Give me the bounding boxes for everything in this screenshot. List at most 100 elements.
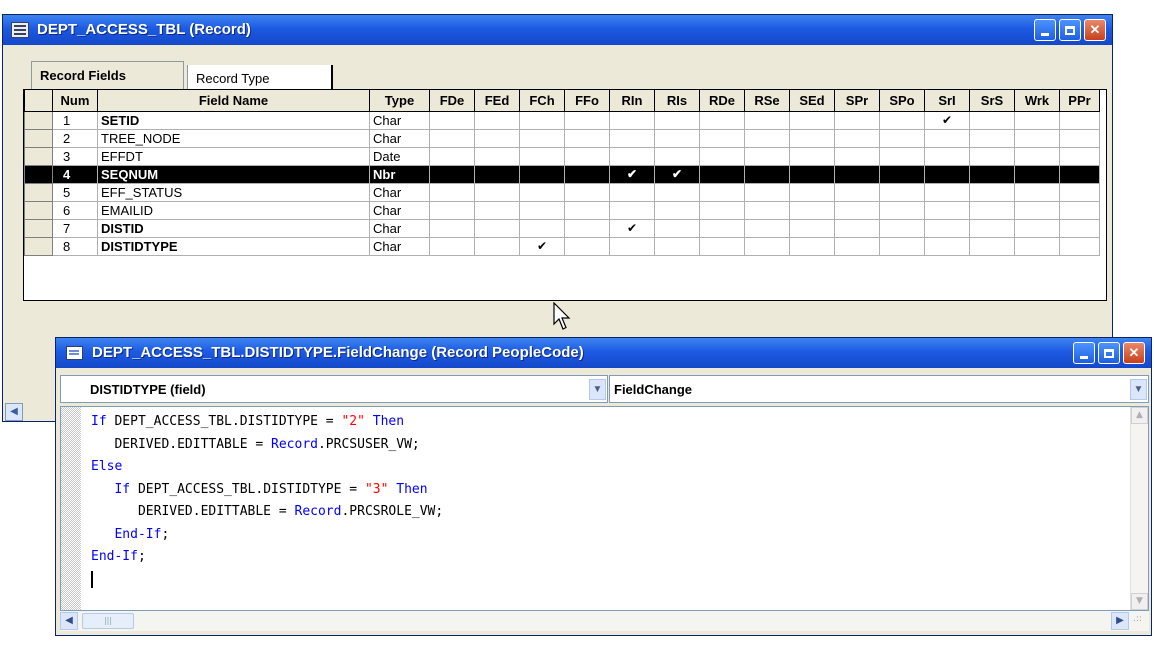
option-cell[interactable]: [969, 164, 1015, 184]
option-cell[interactable]: [969, 146, 1015, 166]
table-row[interactable]: 2 TREE_NODE Char: [24, 128, 1100, 148]
tab-record-fields[interactable]: Record Fields: [31, 61, 184, 89]
vertical-scrollbar[interactable]: ▲ ▼: [1130, 407, 1148, 610]
close-button[interactable]: ✕: [1123, 342, 1145, 364]
record-window-titlebar[interactable]: DEPT_ACCESS_TBL (Record) ✕: [3, 15, 1112, 45]
option-cell[interactable]: [609, 200, 655, 220]
option-cell[interactable]: [429, 182, 475, 202]
row-selector[interactable]: [24, 218, 53, 238]
option-cell[interactable]: [924, 218, 970, 238]
option-cell[interactable]: [699, 182, 745, 202]
option-cell[interactable]: [789, 236, 835, 256]
table-row[interactable]: 4 SEQNUM Nbr ✔ ✔: [24, 164, 1100, 184]
option-cell[interactable]: [699, 164, 745, 184]
option-cell[interactable]: [879, 110, 925, 130]
field-name[interactable]: EMAILID: [97, 200, 370, 220]
option-cell[interactable]: [879, 182, 925, 202]
column-header[interactable]: SrS: [969, 90, 1015, 112]
option-cell[interactable]: [474, 146, 520, 166]
option-cell[interactable]: [654, 236, 700, 256]
option-cell[interactable]: [969, 182, 1015, 202]
row-selector[interactable]: [24, 146, 53, 166]
option-cell[interactable]: [969, 200, 1015, 220]
option-cell[interactable]: [834, 236, 880, 256]
option-cell[interactable]: [699, 128, 745, 148]
table-row[interactable]: 3 EFFDT Date: [24, 146, 1100, 166]
column-header[interactable]: SPr: [834, 90, 880, 112]
option-cell[interactable]: [924, 200, 970, 220]
option-cell[interactable]: [834, 182, 880, 202]
code-line[interactable]: Else: [91, 456, 443, 479]
option-cell[interactable]: [879, 164, 925, 184]
option-cell[interactable]: [789, 110, 835, 130]
option-cell[interactable]: [789, 200, 835, 220]
option-cell[interactable]: [429, 128, 475, 148]
option-cell[interactable]: [699, 218, 745, 238]
option-cell[interactable]: [564, 236, 610, 256]
option-cell[interactable]: [474, 164, 520, 184]
option-cell[interactable]: [924, 236, 970, 256]
option-cell[interactable]: [744, 164, 790, 184]
option-cell[interactable]: [699, 200, 745, 220]
option-cell[interactable]: [474, 200, 520, 220]
option-cell[interactable]: [609, 236, 655, 256]
minimize-button[interactable]: [1073, 342, 1095, 364]
option-cell[interactable]: [789, 182, 835, 202]
option-cell[interactable]: [564, 110, 610, 130]
option-cell[interactable]: [654, 110, 700, 130]
option-cell[interactable]: [1014, 128, 1060, 148]
column-header[interactable]: RIs: [654, 90, 700, 112]
option-cell[interactable]: [1059, 200, 1100, 220]
code-line[interactable]: DERIVED.EDITTABLE = Record.PRCSROLE_VW;: [91, 501, 443, 524]
option-cell[interactable]: [1059, 146, 1100, 166]
option-cell[interactable]: [429, 110, 475, 130]
option-cell[interactable]: [699, 110, 745, 130]
checkmark-icon[interactable]: ✔: [519, 236, 565, 256]
dropdown-arrow-icon[interactable]: ▼: [589, 379, 606, 400]
option-cell[interactable]: [519, 128, 565, 148]
option-cell[interactable]: [519, 164, 565, 184]
option-cell[interactable]: [564, 200, 610, 220]
option-cell[interactable]: [744, 236, 790, 256]
option-cell[interactable]: [1014, 146, 1060, 166]
option-cell[interactable]: [924, 164, 970, 184]
checkmark-icon[interactable]: ✔: [924, 110, 970, 130]
column-header[interactable]: FDe: [429, 90, 475, 112]
table-row[interactable]: 6 EMAILID Char: [24, 200, 1100, 220]
resize-grip-icon[interactable]: .::: [1133, 613, 1145, 625]
option-cell[interactable]: [789, 128, 835, 148]
option-cell[interactable]: [1014, 218, 1060, 238]
field-name[interactable]: DISTIDTYPE: [97, 236, 370, 256]
option-cell[interactable]: [474, 110, 520, 130]
column-header[interactable]: FFo: [564, 90, 610, 112]
field-name[interactable]: SEQNUM: [97, 164, 370, 184]
option-cell[interactable]: [564, 146, 610, 166]
row-selector[interactable]: [24, 182, 53, 202]
option-cell[interactable]: [879, 236, 925, 256]
option-cell[interactable]: [789, 164, 835, 184]
field-name[interactable]: DISTID: [97, 218, 370, 238]
maximize-button[interactable]: [1059, 19, 1081, 41]
field-select[interactable]: DISTIDTYPE (field) ▼: [60, 375, 608, 403]
peoplecode-window-titlebar[interactable]: DEPT_ACCESS_TBL.DISTIDTYPE.FieldChange (…: [56, 338, 1151, 368]
option-cell[interactable]: [924, 128, 970, 148]
option-cell[interactable]: [564, 218, 610, 238]
option-cell[interactable]: [744, 200, 790, 220]
option-cell[interactable]: [429, 236, 475, 256]
checkmark-icon[interactable]: ✔: [609, 218, 655, 238]
option-cell[interactable]: [1014, 182, 1060, 202]
option-cell[interactable]: [744, 110, 790, 130]
option-cell[interactable]: [789, 146, 835, 166]
field-name[interactable]: EFFDT: [97, 146, 370, 166]
row-selector[interactable]: [24, 128, 53, 148]
column-header[interactable]: Field Name: [97, 90, 370, 112]
option-cell[interactable]: [519, 218, 565, 238]
option-cell[interactable]: [1059, 110, 1100, 130]
table-row[interactable]: 7 DISTID Char ✔: [24, 218, 1100, 238]
column-header[interactable]: RIn: [609, 90, 655, 112]
scroll-right-icon[interactable]: ▶: [1111, 612, 1129, 630]
option-cell[interactable]: [834, 200, 880, 220]
record-fields-grid[interactable]: Num Field Name Type FDe FEd FCh FFo RIn RIs RDe RS…: [23, 89, 1107, 301]
option-cell[interactable]: [879, 128, 925, 148]
option-cell[interactable]: [1059, 236, 1100, 256]
